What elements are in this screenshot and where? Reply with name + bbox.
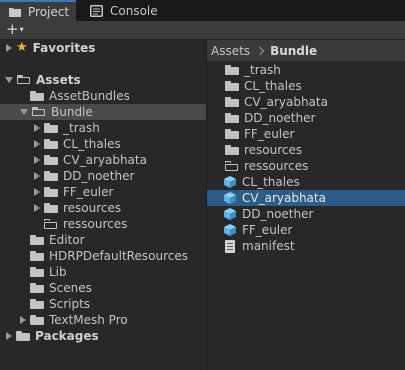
tree-item-cv-aryabhata[interactable]: CV_aryabhata xyxy=(34,152,147,168)
file-item-dd-noether-bundle[interactable]: DD_noether xyxy=(223,206,313,222)
tree-item-ressources[interactable]: ressources xyxy=(44,216,127,232)
tree-item-scenes[interactable]: Scenes xyxy=(30,280,92,296)
plus-icon: + xyxy=(6,20,19,38)
file-item-trash[interactable]: _trash xyxy=(225,62,281,78)
folder-icon xyxy=(30,91,44,101)
folder-icon xyxy=(225,65,239,75)
file-item-ff-euler-folder[interactable]: FF_euler xyxy=(225,126,294,142)
console-icon xyxy=(90,4,104,17)
tree-item-lib[interactable]: Lib xyxy=(30,264,67,280)
expand-arrow-icon[interactable] xyxy=(34,140,40,148)
folder-icon xyxy=(44,123,58,133)
tree-item-ff-euler[interactable]: FF_euler xyxy=(34,184,113,200)
folder-icon xyxy=(30,315,44,325)
breadcrumb: Assets Bundle xyxy=(207,40,405,62)
folder-icon xyxy=(225,81,239,91)
file-item-dd-noether-folder[interactable]: DD_noether xyxy=(225,110,315,126)
empty-folder-icon xyxy=(225,161,239,171)
collapse-arrow-icon[interactable] xyxy=(5,77,13,83)
tree-item-packages[interactable]: Packages xyxy=(6,328,99,344)
expand-arrow-icon[interactable] xyxy=(34,172,40,180)
tree-item-resources[interactable]: resources xyxy=(34,200,121,216)
file-item-ressources-folder[interactable]: ressources xyxy=(225,158,308,174)
expand-arrow-icon[interactable] xyxy=(6,332,12,340)
chevron-down-icon: ▾ xyxy=(19,25,24,34)
folder-icon xyxy=(30,235,44,245)
tab-project[interactable]: Project xyxy=(0,0,76,21)
tab-project-label: Project xyxy=(28,4,70,19)
folder-icon xyxy=(44,187,58,197)
folder-icon xyxy=(44,155,58,165)
folder-icon xyxy=(225,145,239,155)
breadcrumb-bundle[interactable]: Bundle xyxy=(270,44,317,58)
folder-icon xyxy=(44,139,58,149)
empty-folder-icon xyxy=(44,219,58,229)
tree-item-bundle[interactable]: Bundle xyxy=(20,104,93,120)
tree-item-assetbundles[interactable]: AssetBundles xyxy=(30,88,130,104)
expand-arrow-icon[interactable] xyxy=(34,188,40,196)
add-asset-button[interactable]: + ▾ xyxy=(6,22,24,37)
tree-item-hdrp[interactable]: HDRPDefaultResources xyxy=(30,248,188,264)
asset-bundle-cube-icon xyxy=(224,176,236,188)
folder-icon xyxy=(8,6,22,18)
file-item-cl-thales-folder[interactable]: CL_thales xyxy=(225,78,302,94)
breadcrumb-assets[interactable]: Assets xyxy=(211,44,250,58)
folder-icon xyxy=(30,299,44,309)
collapse-arrow-icon[interactable] xyxy=(20,109,28,115)
folder-icon xyxy=(30,267,44,277)
expand-arrow-icon[interactable] xyxy=(20,316,26,324)
folder-open-icon xyxy=(17,75,31,85)
expand-arrow-icon[interactable] xyxy=(34,156,40,164)
tree-item-assets[interactable]: Assets xyxy=(5,72,81,88)
folder-icon xyxy=(30,283,44,293)
star-icon: ★ xyxy=(16,40,28,55)
expand-arrow-icon[interactable] xyxy=(34,124,40,132)
expand-arrow-icon[interactable] xyxy=(6,44,12,52)
folder-open-icon xyxy=(32,107,46,117)
folder-icon xyxy=(44,203,58,213)
file-item-cl-thales-bundle[interactable]: CL_thales xyxy=(223,174,300,190)
tree-item-scripts[interactable]: Scripts xyxy=(30,296,90,312)
folder-icon xyxy=(30,251,44,261)
toolbar: + ▾ xyxy=(0,21,405,40)
folder-icon xyxy=(44,171,58,181)
tree-item-trash[interactable]: _trash xyxy=(34,120,100,136)
tab-console-label: Console xyxy=(110,3,158,18)
file-item-manifest[interactable]: manifest xyxy=(223,238,295,254)
tree-item-favorites[interactable]: ★ Favorites xyxy=(6,40,95,56)
chevron-right-icon xyxy=(255,46,265,55)
file-item-ff-euler-bundle[interactable]: FF_euler xyxy=(223,222,292,238)
file-item-cv-aryabhata-folder[interactable]: CV_aryabhata xyxy=(225,94,328,110)
tree-item-dd-noether[interactable]: DD_noether xyxy=(34,168,134,184)
asset-bundle-cube-icon xyxy=(224,224,236,236)
tree-item-editor[interactable]: Editor xyxy=(30,232,85,248)
folder-icon xyxy=(225,113,239,123)
file-item-cv-aryabhata-bundle[interactable]: CV_aryabhata xyxy=(223,190,326,206)
file-list: Assets Bundle _trash CL_thales CV_aryabh… xyxy=(207,40,405,370)
tree-item-textmesh-pro[interactable]: TextMesh Pro xyxy=(20,312,128,328)
expand-arrow-icon[interactable] xyxy=(34,204,40,212)
asset-bundle-cube-icon xyxy=(224,208,236,220)
tab-bar: Project Console xyxy=(0,0,405,21)
asset-bundle-cube-icon xyxy=(224,192,236,204)
file-item-resources-folder[interactable]: resources xyxy=(225,142,302,158)
tab-console[interactable]: Console xyxy=(82,0,166,21)
folder-icon xyxy=(16,331,30,341)
folder-icon xyxy=(225,97,239,107)
folder-icon xyxy=(225,129,239,139)
text-document-icon xyxy=(225,239,235,253)
folder-tree: ★ Favorites Assets AssetBundles Bundle _… xyxy=(0,40,206,370)
tree-item-cl-thales[interactable]: CL_thales xyxy=(34,136,121,152)
